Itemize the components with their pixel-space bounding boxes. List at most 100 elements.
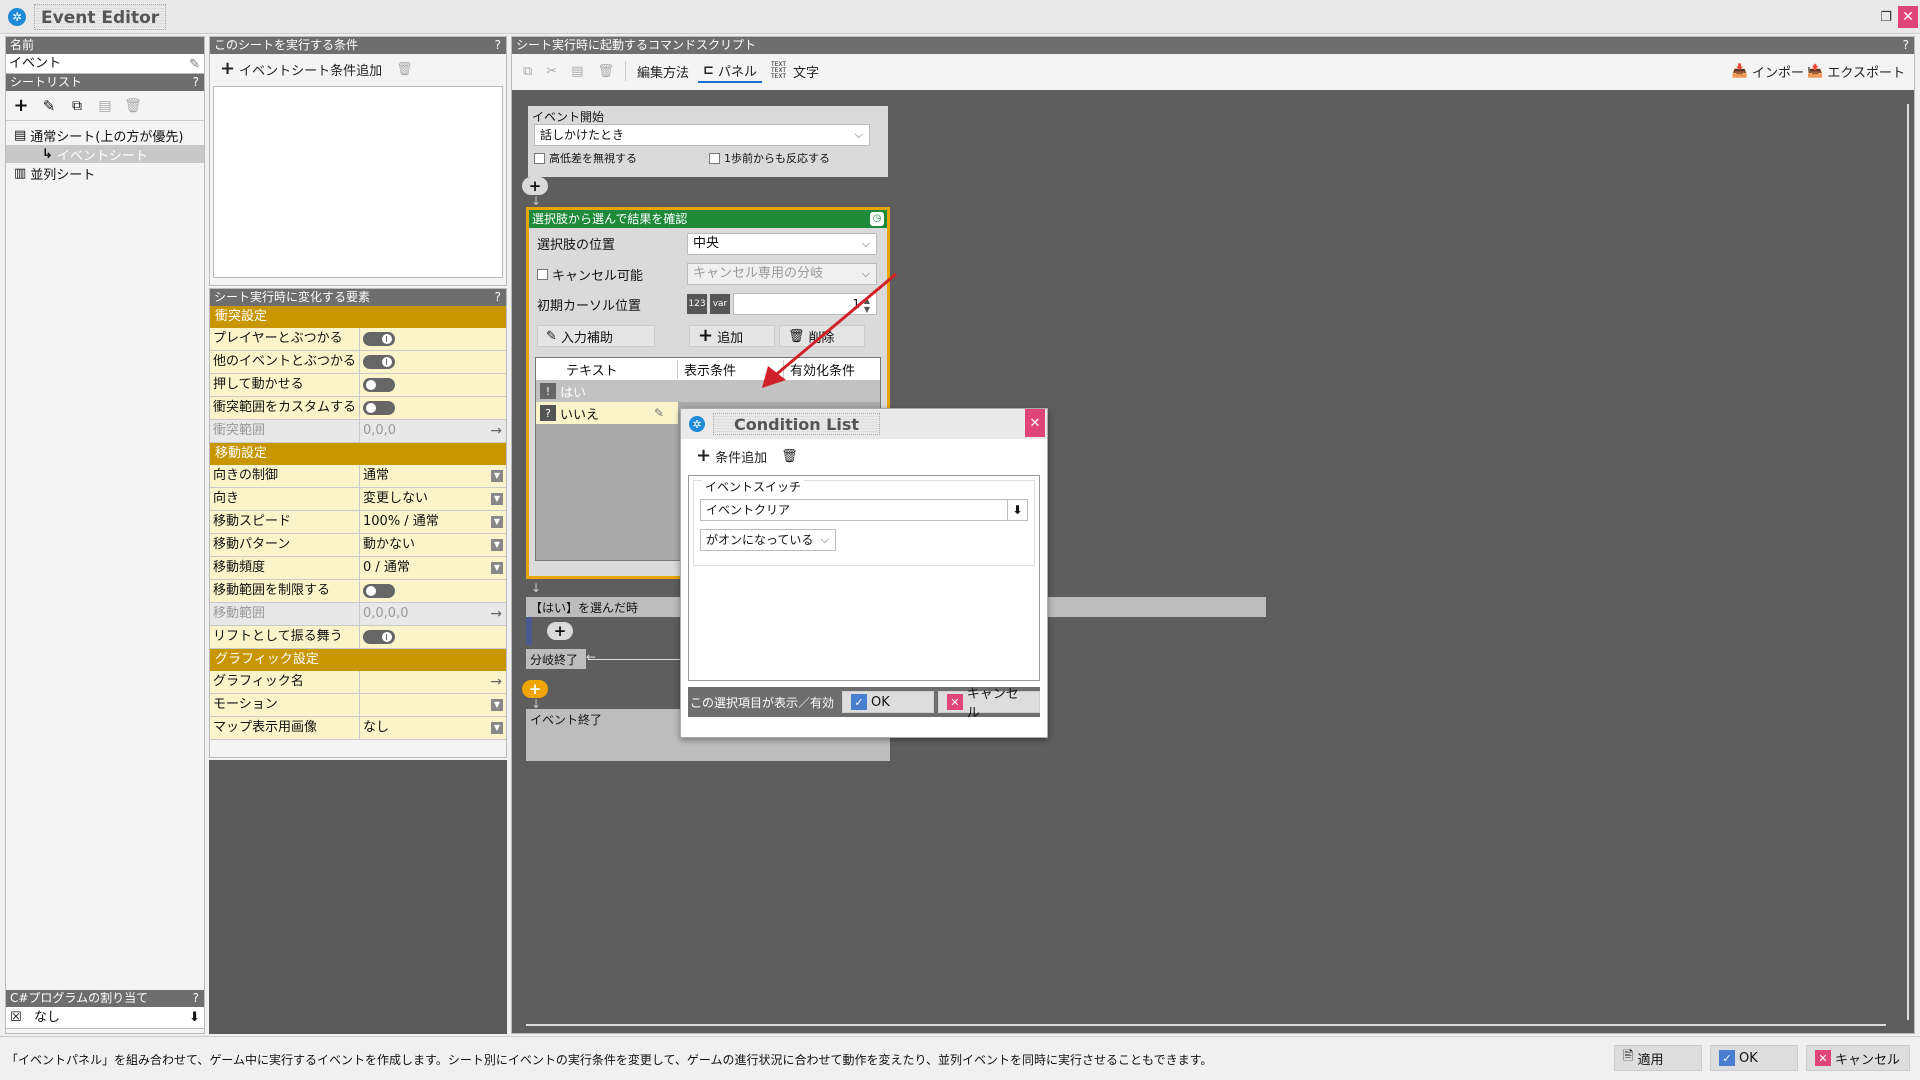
dialog-title-bar: ✲ Condition List ✕ xyxy=(681,409,1047,439)
prop-row[interactable]: マップ表示用画像 なし ▼ xyxy=(210,717,506,740)
choice-text: はい xyxy=(560,385,587,401)
apply-button[interactable]: 🖹 適用 xyxy=(1614,1045,1702,1071)
dropdown-icon[interactable]: ▼ xyxy=(491,493,503,505)
prop-row[interactable]: 向きの制御 通常 ▼ xyxy=(210,465,506,488)
event-start-panel[interactable]: イベント開始 話しかけたとき ⌵ 高低差を無視する 1歩前からも反応する xyxy=(528,106,888,177)
down-arrow-icon[interactable]: ⬇ xyxy=(1007,500,1027,520)
edit-sheet-icon[interactable]: ✎ xyxy=(38,97,60,115)
dialog-ok-button[interactable]: ✓ OK xyxy=(842,691,934,713)
trigger-select[interactable]: 話しかけたとき ⌵ xyxy=(534,124,870,146)
delete-sheet-icon[interactable]: 🗑 xyxy=(122,98,144,114)
variable-mode-icon[interactable]: var xyxy=(710,294,730,314)
dropdown-icon[interactable]: ▼ xyxy=(491,562,503,574)
toggle-switch[interactable] xyxy=(363,584,395,598)
paste-icon[interactable]: ▤ xyxy=(566,59,588,83)
dropdown-icon[interactable]: ▼ xyxy=(491,516,503,528)
panel-mode-button[interactable]: ⊏ パネル xyxy=(698,59,762,83)
help-icon[interactable]: ? xyxy=(1903,37,1909,54)
copy-sheet-icon[interactable]: ⧉ xyxy=(66,98,88,114)
toggle-switch[interactable] xyxy=(363,401,395,415)
down-flow-icon: ↓ xyxy=(531,581,542,595)
export-button[interactable]: 📤 エクスポート xyxy=(1802,59,1910,83)
close-window-button[interactable]: ✕ xyxy=(1898,6,1918,28)
prop-row[interactable]: グラフィック名 → xyxy=(210,671,506,694)
trash-icon[interactable]: 🗑 xyxy=(776,444,803,468)
toggle-switch[interactable] xyxy=(363,332,395,346)
conditions-list[interactable] xyxy=(213,86,503,278)
cut-icon[interactable]: ✂ xyxy=(541,59,562,83)
x-icon: ✕ xyxy=(947,694,963,710)
help-icon[interactable]: ? xyxy=(495,289,501,306)
pencil-icon[interactable]: ✎ xyxy=(189,55,200,74)
restore-button[interactable]: ❐ xyxy=(1877,8,1895,26)
tree-item-event-sheet[interactable]: ↳ イベントシート xyxy=(6,145,204,164)
help-icon[interactable]: ? xyxy=(193,990,199,1007)
prop-row[interactable]: モーション ▼ xyxy=(210,694,506,717)
dropdown-icon[interactable]: ▼ xyxy=(491,470,503,482)
help-icon[interactable]: ? xyxy=(495,37,501,54)
chevron-down-icon: ⌵ xyxy=(820,533,829,546)
prop-row[interactable]: プレイヤーとぶつかる xyxy=(210,328,506,351)
horizontal-scrollbar[interactable] xyxy=(526,1024,1886,1026)
toggle-switch[interactable] xyxy=(363,355,395,369)
input-assist-button[interactable]: ✎ 入力補助 xyxy=(537,325,655,347)
cancel-checkbox[interactable] xyxy=(537,268,548,280)
chevron-down-icon: ⌵ xyxy=(861,236,870,250)
branch-end-bar[interactable]: 分岐終了 xyxy=(526,649,586,669)
vertical-scrollbar[interactable] xyxy=(1907,104,1909,1020)
switch-group[interactable]: イベントスイッチ イベントクリア ⬇ がオンになっている ⌵ xyxy=(693,478,1035,566)
add-condition-button[interactable]: + イベントシート条件追加 xyxy=(215,57,387,81)
add-condition-item-button[interactable]: + 条件追加 xyxy=(691,444,772,468)
prop-row[interactable]: 衝突範囲をカスタムする xyxy=(210,397,506,420)
prop-row[interactable]: 移動頻度 0 / 通常 ▼ xyxy=(210,557,506,580)
dialog-cancel-button[interactable]: ✕ キャンセル xyxy=(938,687,1040,721)
prop-row[interactable]: 移動パターン 動かない ▼ xyxy=(210,534,506,557)
csharp-field[interactable]: ☒ なし ⬇ xyxy=(6,1007,204,1029)
position-select[interactable]: 中央 ⌵ xyxy=(687,232,877,255)
dropdown-icon[interactable]: ▼ xyxy=(491,699,503,711)
prop-row[interactable]: 向き 変更しない ▼ xyxy=(210,488,506,511)
copy-icon[interactable]: ⧉ xyxy=(518,59,537,83)
branch-arrow-icon: ↳ xyxy=(42,146,53,162)
choice-title: 選択肢から選んで結果を確認 xyxy=(532,212,688,226)
clear-x-icon[interactable]: ☒ xyxy=(10,1007,22,1028)
name-field[interactable]: イベント ✎ xyxy=(6,54,204,74)
prop-label: グラフィック名 xyxy=(210,671,360,693)
insert-plus-icon[interactable]: + xyxy=(547,622,573,640)
number-mode-icon[interactable]: 123 xyxy=(687,294,707,314)
dropdown-icon[interactable]: ▼ xyxy=(491,722,503,734)
add-sheet-icon[interactable]: + xyxy=(10,96,32,115)
toggle-switch[interactable] xyxy=(363,378,395,392)
dropdown-icon[interactable]: ▼ xyxy=(491,539,503,551)
prop-row[interactable]: 押して動かせる xyxy=(210,374,506,397)
prop-row[interactable]: リフトとして振る舞う xyxy=(210,626,506,649)
switch-select[interactable]: イベントクリア ⬇ xyxy=(700,499,1028,521)
tree-item-normal[interactable]: ▤ 通常シート(上の方が優先) xyxy=(6,125,204,145)
toggle-switch[interactable] xyxy=(363,630,395,644)
clock-icon[interactable]: ◷ xyxy=(870,212,884,226)
paste-sheet-icon[interactable]: ▤ xyxy=(94,98,116,114)
cancel-button[interactable]: ✕ キャンセル xyxy=(1806,1045,1910,1071)
prop-row[interactable]: 他のイベントとぶつかる xyxy=(210,351,506,374)
tree-item-parallel[interactable]: ▥ 並列シート xyxy=(6,163,204,183)
edit-icon: ✎ xyxy=(546,328,557,344)
prop-row[interactable]: 移動範囲を制限する xyxy=(210,580,506,603)
delete-condition-button[interactable]: 🗑 xyxy=(391,57,418,81)
help-icon[interactable]: ? xyxy=(193,74,199,91)
prop-row[interactable]: 移動スピード 100% / 通常 ▼ xyxy=(210,511,506,534)
text-icon: TEXT TEXT TEXT xyxy=(770,61,787,80)
delete-icon[interactable]: 🗑 xyxy=(593,59,620,83)
text-mode-button[interactable]: TEXT TEXT TEXT 文字 xyxy=(766,59,824,83)
table-row[interactable]: ? いいえ ✎ xyxy=(536,402,678,424)
insert-plus-icon-active[interactable]: + xyxy=(522,680,548,698)
insert-plus-icon[interactable]: + xyxy=(522,177,548,195)
pencil-icon[interactable]: ✎ xyxy=(654,406,664,420)
down-arrow-icon[interactable]: ⬇ xyxy=(189,1007,200,1028)
csharp-value: なし xyxy=(34,1010,61,1025)
ok-button[interactable]: ✓ OK xyxy=(1710,1045,1798,1071)
react-before-checkbox[interactable] xyxy=(709,152,720,164)
close-dialog-button[interactable]: ✕ xyxy=(1025,409,1045,437)
state-select[interactable]: がオンになっている ⌵ xyxy=(700,529,836,551)
arrow-right-icon[interactable]: → xyxy=(490,671,502,693)
ignore-height-checkbox[interactable] xyxy=(534,152,545,164)
